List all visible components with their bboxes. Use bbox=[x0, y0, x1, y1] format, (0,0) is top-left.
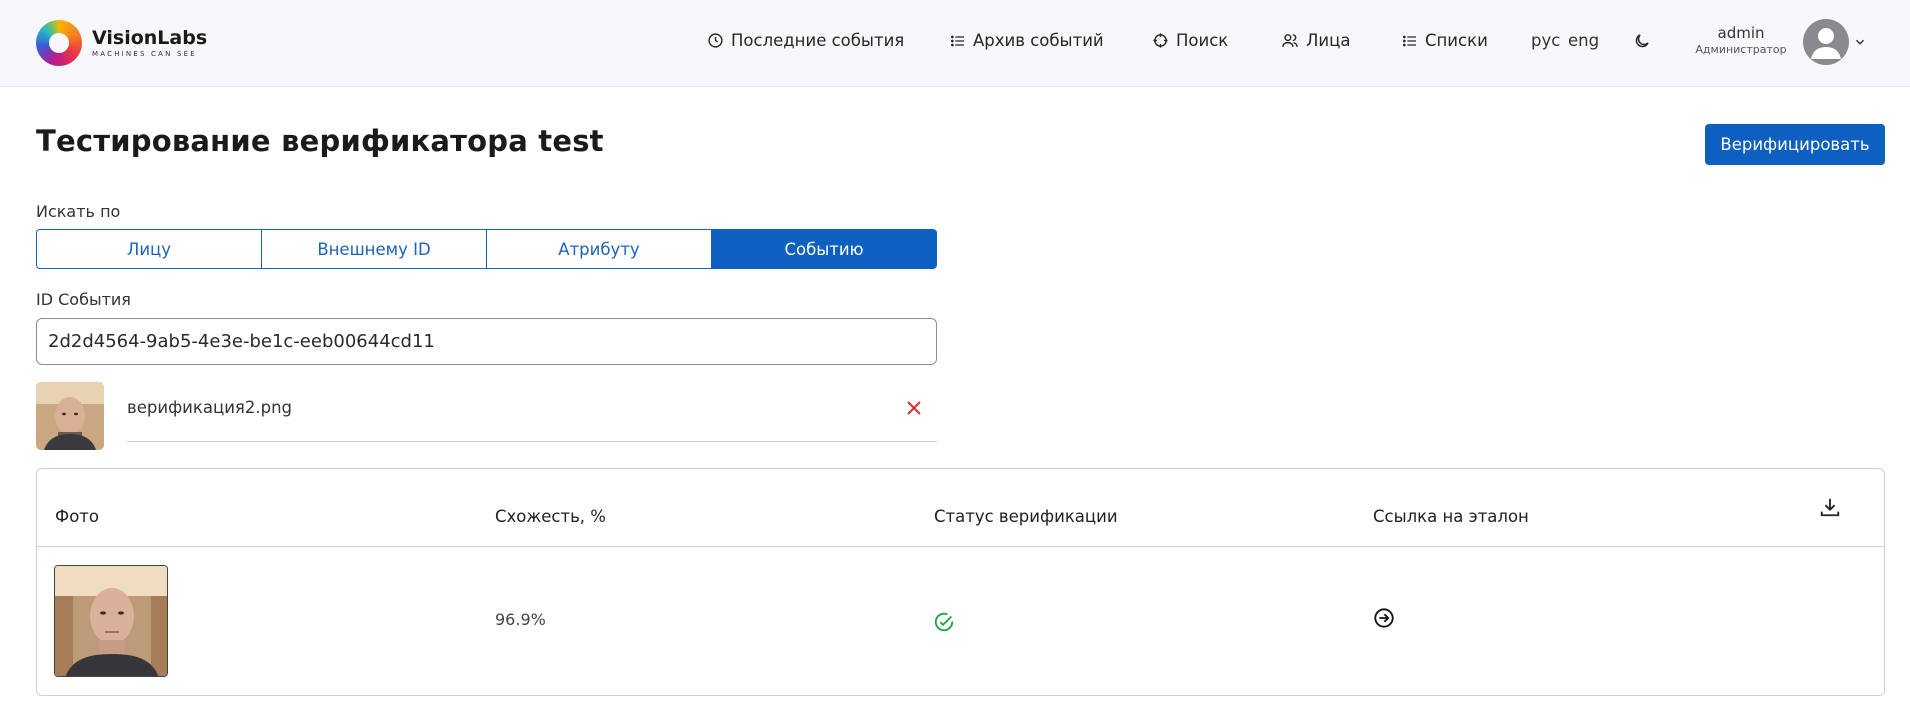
nav-item-lists[interactable]: Списки bbox=[1402, 31, 1488, 50]
arrow-right-circle-icon[interactable] bbox=[1373, 607, 1395, 629]
brand-tagline: MACHINES CAN SEE bbox=[92, 50, 197, 58]
nav-item-search[interactable]: Поиск bbox=[1152, 31, 1228, 50]
download-icon[interactable] bbox=[1819, 496, 1841, 518]
nav-item-label: Архив событий bbox=[973, 31, 1104, 50]
list-icon bbox=[951, 35, 964, 46]
search-option-event[interactable]: Событию bbox=[712, 230, 936, 268]
chevron-down-icon[interactable] bbox=[1853, 35, 1867, 49]
top-header: VisionLabs MACHINES CAN SEE Последние со… bbox=[0, 0, 1910, 87]
page-title: Тестирование верификатора test bbox=[36, 124, 604, 158]
nav-item-recent-events[interactable]: Последние события bbox=[707, 31, 904, 50]
reference-photo bbox=[54, 565, 168, 677]
nav-item-label: Последние события bbox=[731, 31, 905, 50]
event-id-label: ID События bbox=[36, 290, 131, 309]
similarity-value: 96.9% bbox=[495, 610, 546, 629]
brand-name: VisionLabs bbox=[92, 27, 208, 49]
verify-button[interactable]: Верифицировать bbox=[1705, 124, 1885, 165]
uploaded-file-name: верификация2.png bbox=[127, 398, 293, 417]
search-by-segmented-control: Лицу Внешнему ID Атрибуту Событию bbox=[36, 229, 937, 269]
nav-item-events-archive[interactable]: Архив событий bbox=[950, 31, 1104, 50]
column-header-photo: Фото bbox=[55, 507, 100, 526]
user-name: admin bbox=[1717, 24, 1765, 42]
users-icon bbox=[1282, 34, 1298, 47]
check-circle-icon bbox=[934, 612, 954, 632]
avatar[interactable] bbox=[1803, 19, 1849, 65]
user-info[interactable]: admin Администратор bbox=[1692, 24, 1790, 58]
nav-item-label: Лица bbox=[1306, 31, 1351, 50]
event-id-input[interactable] bbox=[36, 318, 937, 365]
lang-ru-link[interactable]: рус bbox=[1531, 31, 1560, 50]
user-role: Администратор bbox=[1695, 43, 1787, 56]
clock-icon bbox=[708, 33, 723, 48]
search-option-face[interactable]: Лицу bbox=[37, 230, 262, 268]
column-header-link: Ссылка на эталон bbox=[1373, 507, 1529, 526]
brand-logo[interactable]: VisionLabs MACHINES CAN SEE bbox=[36, 20, 207, 66]
results-table: Фото Схожесть, % Статус верификации Ссыл… bbox=[36, 468, 1885, 696]
close-icon[interactable] bbox=[906, 400, 922, 416]
nav-item-label: Поиск bbox=[1176, 31, 1229, 50]
uploaded-photo-thumbnail bbox=[36, 382, 104, 450]
table-header-row: Фото Схожесть, % Статус верификации Ссыл… bbox=[37, 469, 1884, 547]
search-option-attribute[interactable]: Атрибуту bbox=[487, 230, 712, 268]
column-header-status[interactable]: Статус верификации bbox=[934, 507, 1118, 526]
file-divider bbox=[127, 441, 937, 442]
moon-icon[interactable] bbox=[1633, 32, 1651, 50]
column-header-similarity[interactable]: Схожесть, % bbox=[495, 507, 606, 526]
nav-item-label: Списки bbox=[1425, 31, 1488, 50]
user-avatar-icon bbox=[1811, 28, 1841, 59]
target-icon bbox=[1153, 33, 1168, 48]
search-by-label: Искать по bbox=[36, 202, 121, 221]
lang-en-link[interactable]: eng bbox=[1568, 31, 1599, 50]
list-icon bbox=[1403, 35, 1416, 46]
search-option-external-id[interactable]: Внешнему ID bbox=[262, 230, 487, 268]
nav-item-faces[interactable]: Лица bbox=[1281, 31, 1350, 50]
logo-icon bbox=[36, 20, 82, 66]
